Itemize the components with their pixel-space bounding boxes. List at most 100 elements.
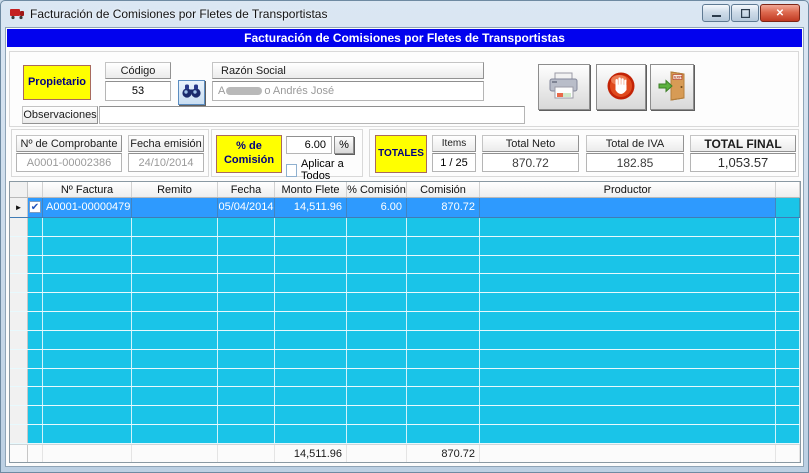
cell-fac	[43, 350, 132, 368]
cell-pct	[347, 425, 407, 443]
col-header-remito[interactable]: Remito	[132, 182, 218, 197]
cell-mon	[275, 274, 347, 292]
footer-rem-cell	[132, 445, 218, 462]
grid-empty-row[interactable]	[10, 331, 800, 350]
window-title: Facturación de Comisiones por Fletes de …	[30, 7, 327, 21]
cell-mon	[275, 293, 347, 311]
cell-com	[407, 293, 480, 311]
col-header-factura[interactable]: Nº Factura	[43, 182, 132, 197]
grid-empty-row[interactable]	[10, 387, 800, 406]
col-header-monto[interactable]: Monto Flete	[275, 182, 347, 197]
binoculars-icon	[181, 83, 202, 102]
minimize-button[interactable]	[702, 4, 730, 22]
cell-pro	[480, 387, 776, 405]
cell-chk	[28, 331, 43, 349]
footer-last-cell	[776, 445, 800, 462]
cell-pct: 6.00	[347, 198, 407, 217]
footer-pro-cell	[480, 445, 776, 462]
col-header-productor[interactable]: Productor	[480, 182, 776, 197]
cell-fec	[218, 218, 275, 236]
cell-fec	[218, 274, 275, 292]
cell-pro	[480, 312, 776, 330]
comision-pct-label: % de Comisión	[216, 135, 282, 173]
observaciones-input[interactable]	[99, 106, 525, 124]
cell-chk	[28, 350, 43, 368]
stop-button[interactable]	[596, 64, 646, 110]
grid-empty-row[interactable]	[10, 406, 800, 425]
titlebar[interactable]: Facturación de Comisiones por Fletes de …	[1, 1, 808, 27]
owner-panel: Propietario Código 53 Razón Social	[9, 51, 799, 127]
total-final-label: TOTAL FINAL	[690, 135, 796, 152]
total-final-field: 1,053.57	[690, 153, 796, 172]
total-iva-field: 182.85	[586, 153, 684, 172]
voucher-panel: Nº de Comprobante A0001-00002386 Fecha e…	[11, 129, 209, 177]
cell-pro	[480, 350, 776, 368]
col-header-fecha[interactable]: Fecha	[218, 182, 275, 197]
cell-com	[407, 369, 480, 387]
grid-empty-row[interactable]	[10, 369, 800, 388]
percent-button[interactable]: %	[334, 136, 354, 154]
grid-empty-row[interactable]	[10, 218, 800, 237]
grid-empty-row[interactable]	[10, 274, 800, 293]
comision-pct-input[interactable]: 6.00	[286, 136, 332, 154]
grid-check-header	[28, 182, 43, 197]
cell-mon	[275, 406, 347, 424]
close-button[interactable]: ✕	[760, 4, 800, 22]
cell-pct	[347, 218, 407, 236]
grid-empty-row[interactable]	[10, 425, 800, 444]
print-button[interactable]	[538, 64, 590, 110]
col-header-comision[interactable]: Comisión	[407, 182, 480, 197]
cell-sel	[10, 387, 28, 405]
grid-body: ►✔A0001-0000047905/04/201414,511.966.008…	[10, 198, 800, 444]
svg-text:EXIT: EXIT	[674, 75, 683, 79]
cell-pct	[347, 369, 407, 387]
cell-mon	[275, 387, 347, 405]
cell-fec	[218, 256, 275, 274]
cell-sel	[10, 369, 28, 387]
exit-button[interactable]: EXIT	[650, 64, 694, 110]
cell-fec	[218, 293, 275, 311]
cell-com	[407, 350, 480, 368]
cell-chk	[28, 237, 43, 255]
grid-row[interactable]: ►✔A0001-0000047905/04/201414,511.966.008…	[10, 198, 800, 218]
col-header-pct[interactable]: % Comisión	[347, 182, 407, 197]
codigo-field[interactable]: 53	[105, 81, 171, 101]
grid-empty-row[interactable]	[10, 350, 800, 369]
cell-sel	[10, 350, 28, 368]
grid-empty-row[interactable]	[10, 293, 800, 312]
grid-empty-row[interactable]	[10, 312, 800, 331]
grid-empty-row[interactable]	[10, 237, 800, 256]
footer-comision-total: 870.72	[407, 445, 480, 462]
row-checkbox[interactable]: ✔	[29, 201, 41, 213]
cell-fec	[218, 331, 275, 349]
cell-rem	[132, 350, 218, 368]
cell-sel	[10, 425, 28, 443]
footer-monto-total: 14,511.96	[275, 445, 347, 462]
cell-com	[407, 387, 480, 405]
cell-sel	[10, 406, 28, 424]
cell-fac	[43, 256, 132, 274]
cell-sel	[10, 237, 28, 255]
cell-last	[776, 387, 800, 405]
cell-last	[776, 256, 800, 274]
apply-all-checkbox[interactable]	[286, 164, 297, 177]
search-owner-button[interactable]	[178, 80, 205, 105]
cell-last	[776, 425, 800, 443]
apply-all-label: Aplicar a Todos	[301, 158, 362, 182]
cell-fac	[43, 369, 132, 387]
maximize-button[interactable]	[731, 4, 759, 22]
cell-rem	[132, 387, 218, 405]
razon-social-field[interactable]: Ao Andrés José	[212, 81, 484, 101]
cell-rem	[132, 256, 218, 274]
cell-mon: 14,511.96	[275, 198, 347, 217]
cell-pct	[347, 256, 407, 274]
apply-all-option[interactable]: Aplicar a Todos	[286, 158, 362, 182]
cell-last	[776, 312, 800, 330]
cell-com	[407, 406, 480, 424]
cell-sel	[10, 331, 28, 349]
cell-last	[776, 350, 800, 368]
cell-chk: ✔	[28, 198, 43, 217]
cell-fac	[43, 387, 132, 405]
grid-empty-row[interactable]	[10, 256, 800, 275]
stop-hand-icon	[605, 70, 637, 105]
